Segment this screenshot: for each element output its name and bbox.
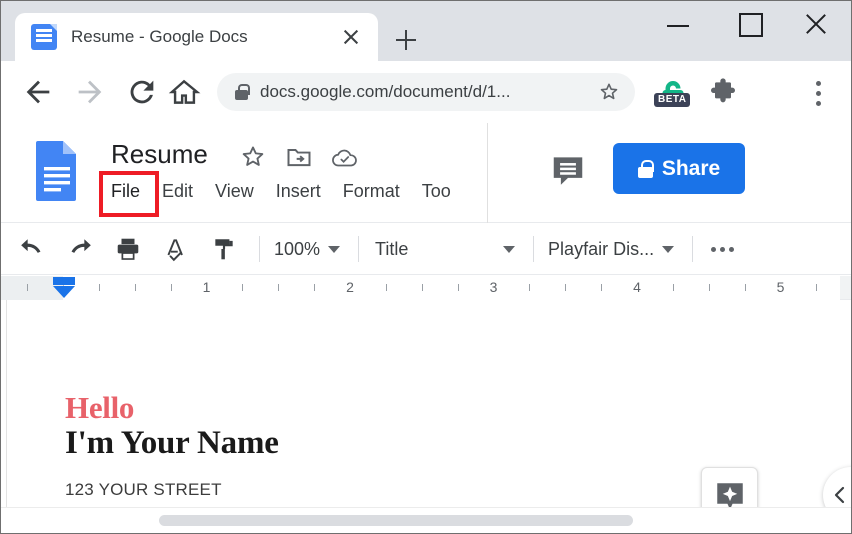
paint-format-icon[interactable] (207, 232, 241, 266)
left-indent-marker[interactable] (53, 277, 75, 299)
back-arrow-icon[interactable] (21, 75, 55, 109)
chevron-down-icon (662, 246, 674, 253)
more-dot (720, 247, 725, 252)
ruler-tick-minor (529, 284, 530, 291)
reload-icon[interactable] (125, 75, 159, 109)
lock-icon (638, 160, 653, 178)
chevron-down-icon (503, 246, 515, 253)
horizontal-scrollbar-thumb[interactable] (159, 515, 633, 526)
header-divider (487, 123, 488, 223)
tab-strip: Resume - Google Docs (1, 1, 852, 61)
window-close-button[interactable] (797, 1, 843, 45)
menu-item-format[interactable]: Format (343, 181, 400, 202)
undo-icon[interactable] (15, 232, 49, 266)
docs-toolbar: 100% Title Playfair Dis... (1, 224, 852, 275)
ruler-tick-minor (278, 284, 279, 291)
bookmark-star-icon[interactable] (597, 80, 621, 104)
font-value: Playfair Dis... (548, 239, 654, 260)
forward-arrow-icon[interactable] (73, 75, 107, 109)
ruler-tick-minor (745, 284, 746, 291)
toolbar-divider (259, 236, 260, 262)
address-bar[interactable]: docs.google.com/document/d/1... (217, 73, 635, 111)
font-dropdown[interactable]: Playfair Dis... (548, 239, 674, 260)
spelling-check-icon[interactable] (159, 232, 193, 266)
paragraph-style-value: Title (375, 239, 495, 260)
document-heading-hello: Hello (65, 390, 134, 426)
menu-item-insert[interactable]: Insert (276, 181, 321, 202)
kebab-dot (816, 81, 821, 86)
ruler-tick-minor (422, 284, 423, 291)
ruler-tick-minor (171, 284, 172, 291)
ruler-tick-minor (816, 284, 817, 291)
window-maximize-button[interactable] (729, 1, 775, 45)
toolbar-divider (692, 236, 693, 262)
document-address-line: 123 YOUR STREET (65, 480, 222, 500)
redo-icon[interactable] (63, 232, 97, 266)
cloud-saved-icon[interactable] (331, 145, 359, 176)
ruler-tick-minor (458, 284, 459, 291)
ruler-tick-minor (565, 284, 566, 291)
menu-item-view[interactable]: View (215, 181, 254, 202)
ruler-number: 2 (346, 279, 354, 295)
tab-title: Resume - Google Docs (71, 27, 336, 47)
toolbar-divider (358, 236, 359, 262)
more-options-icon[interactable] (705, 236, 739, 262)
chrome-menu-icon[interactable] (807, 75, 831, 111)
ruler-number: 1 (203, 279, 211, 295)
comment-history-icon[interactable] (549, 151, 587, 194)
docs-menu-bar: File Edit View Insert Format Too (111, 181, 451, 202)
close-tab-icon[interactable] (336, 22, 366, 52)
ruler-tick-minor (135, 284, 136, 291)
share-button-label: Share (662, 157, 720, 181)
ruler-number: 5 (777, 279, 785, 295)
document-ruler[interactable]: 1 2 3 4 5 (1, 276, 852, 300)
google-docs-logo-icon[interactable] (33, 139, 81, 203)
ruler-tick-minor (27, 284, 28, 291)
document-heading-name: I'm Your Name (65, 425, 279, 462)
share-button[interactable]: Share (613, 143, 745, 194)
print-icon[interactable] (111, 232, 145, 266)
menu-item-file[interactable]: File (111, 181, 140, 202)
ruler-tick-minor (601, 284, 602, 291)
menu-item-edit[interactable]: Edit (162, 181, 193, 202)
new-tab-button[interactable] (389, 23, 423, 57)
zoom-value: 100% (274, 239, 320, 260)
kebab-dot (816, 101, 821, 106)
ruler-number: 3 (490, 279, 498, 295)
lock-icon (235, 84, 248, 100)
kebab-dot (816, 91, 821, 96)
ruler-number: 4 (633, 279, 641, 295)
ruler-tick-minor (673, 284, 674, 291)
ruler-page-area (14, 276, 840, 300)
browser-window: Resume - Google Docs docs.google.com/doc… (0, 0, 852, 534)
address-bar-url: docs.google.com/document/d/1... (260, 82, 510, 102)
beta-badge: BETA (654, 93, 690, 107)
browser-tab[interactable]: Resume - Google Docs (15, 13, 378, 61)
extensions-puzzle-icon[interactable] (707, 77, 739, 114)
document-title[interactable]: Resume (111, 139, 208, 170)
star-outline-icon[interactable] (239, 143, 267, 176)
ruler-tick-minor (386, 284, 387, 291)
ruler-tick-minor (242, 284, 243, 291)
more-dot (711, 247, 716, 252)
menu-item-tools[interactable]: Too (422, 181, 451, 202)
move-to-folder-icon[interactable] (285, 143, 313, 176)
toolbar-divider (533, 236, 534, 262)
google-docs-favicon-icon (31, 24, 57, 50)
window-minimize-button[interactable] (659, 1, 705, 45)
horizontal-scrollbar[interactable] (1, 507, 852, 533)
ruler-tick-minor (314, 284, 315, 291)
more-dot (729, 247, 734, 252)
paragraph-style-dropdown[interactable]: Title (375, 239, 515, 260)
chevron-down-icon (328, 246, 340, 253)
home-icon[interactable] (167, 75, 201, 109)
ruler-tick-minor (99, 284, 100, 291)
zoom-dropdown[interactable]: 100% (274, 239, 340, 260)
ruler-tick-minor (709, 284, 710, 291)
